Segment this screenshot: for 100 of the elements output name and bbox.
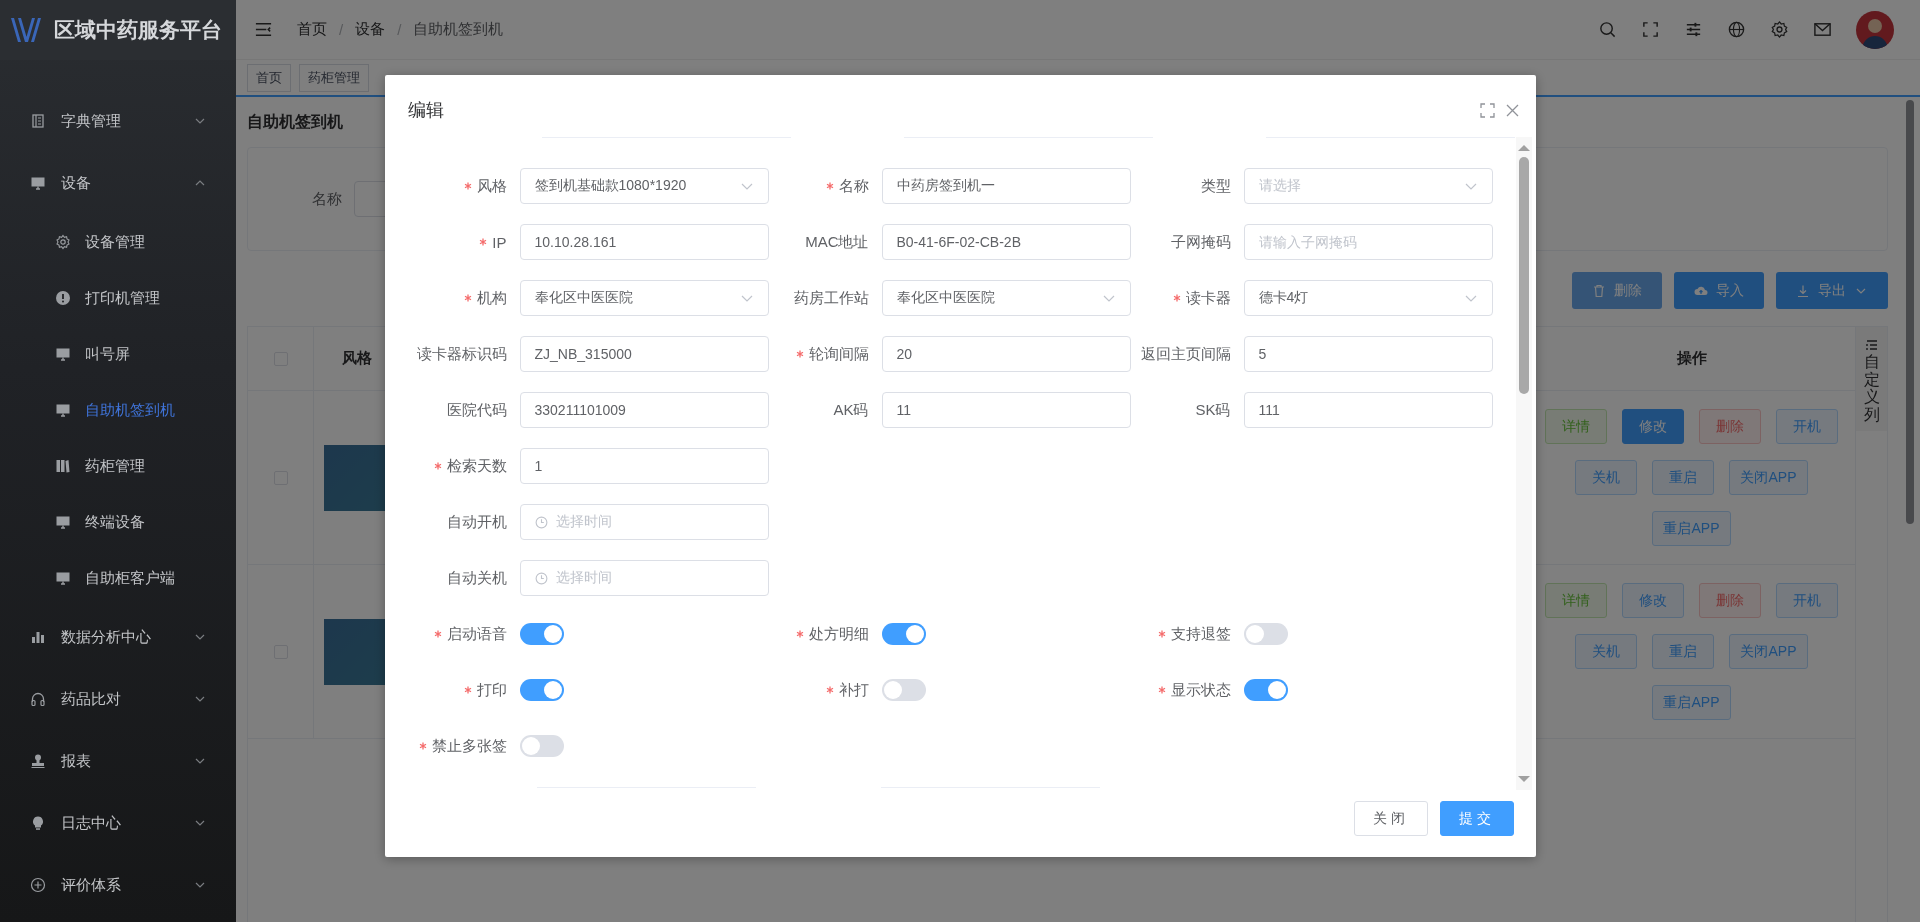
field-label: 启动语音 bbox=[446, 624, 507, 644]
select-field[interactable]: 奉化区中医医院 bbox=[881, 280, 1131, 316]
sidebar-subitem[interactable]: 叫号屏 bbox=[0, 326, 236, 382]
search-icon[interactable] bbox=[1598, 20, 1617, 39]
field-label: 医院代码 bbox=[446, 400, 507, 420]
sidebar-subitem[interactable]: 药柜管理 bbox=[0, 438, 236, 494]
select-field[interactable]: 德卡4灯 bbox=[1243, 280, 1493, 316]
menu-icon[interactable] bbox=[254, 20, 273, 39]
field-label: 补打 bbox=[838, 680, 869, 700]
sidebar-subitem[interactable]: 自助柜客户端 bbox=[0, 550, 236, 606]
sidebar-item[interactable]: 字典管理 bbox=[0, 90, 236, 152]
monitor-icon bbox=[55, 514, 71, 530]
fullscreen-icon[interactable] bbox=[1641, 20, 1660, 39]
logo-icon bbox=[10, 16, 42, 44]
field-label: 返回主页间隔 bbox=[1140, 344, 1231, 364]
input-field[interactable]: 10.10.28.161 bbox=[519, 224, 769, 260]
sidebar-subitem[interactable]: 打印机管理 bbox=[0, 270, 236, 326]
select-field[interactable]: 奉化区中医医院 bbox=[519, 280, 769, 316]
input-field[interactable]: 中药房签到机一 bbox=[881, 168, 1131, 204]
field-label: 名称 bbox=[312, 189, 342, 209]
clock-icon bbox=[534, 515, 548, 529]
breadcrumb-link[interactable]: 首页 bbox=[297, 20, 327, 39]
mail-icon[interactable] bbox=[1813, 20, 1832, 39]
field-label: 处方明细 bbox=[808, 624, 869, 644]
gear-icon bbox=[55, 234, 71, 250]
sidebar-subitem[interactable]: 自助机签到机 bbox=[0, 382, 236, 438]
sidebar-subitem[interactable]: 设备管理 bbox=[0, 214, 236, 270]
select-field[interactable]: 签到机基础款1080*1920 bbox=[519, 168, 769, 204]
list-icon bbox=[1865, 339, 1878, 351]
dialog-title: 编辑 bbox=[407, 99, 445, 122]
stamp-icon bbox=[30, 753, 46, 769]
download-icon bbox=[1796, 283, 1810, 298]
clock-icon bbox=[534, 571, 548, 585]
toggle-switch[interactable] bbox=[881, 679, 926, 701]
user-avatar[interactable] bbox=[1856, 10, 1894, 49]
input-field[interactable]: 111 bbox=[1243, 392, 1493, 428]
field-label: 支持退签 bbox=[1170, 624, 1231, 644]
input-field[interactable]: 请输入子网掩码 bbox=[1243, 224, 1493, 260]
toggle-switch[interactable] bbox=[1243, 623, 1288, 645]
dialog-button[interactable]: 提交 bbox=[1439, 801, 1514, 836]
toggle-switch[interactable] bbox=[519, 623, 564, 645]
breadcrumb-separator: / bbox=[339, 21, 344, 38]
field-label: 禁止多张签 bbox=[431, 736, 507, 756]
input-field[interactable]: 11 bbox=[881, 392, 1131, 428]
sidebar-item[interactable]: 报表 bbox=[0, 730, 236, 792]
monitor-icon bbox=[55, 402, 71, 418]
input-field[interactable]: 330211101009 bbox=[519, 392, 769, 428]
sidebar-item[interactable]: 日志中心 bbox=[0, 792, 236, 854]
sliders-icon[interactable] bbox=[1684, 20, 1703, 39]
breadcrumb-link[interactable]: 设备 bbox=[355, 20, 386, 39]
field-label: 名称 bbox=[838, 176, 869, 196]
plus-circle-icon bbox=[30, 877, 46, 893]
toggle-switch[interactable] bbox=[1243, 679, 1288, 701]
field-label: 自动开机 bbox=[446, 512, 507, 532]
monitor-icon bbox=[55, 346, 71, 362]
field-label: 打印 bbox=[476, 680, 507, 700]
sidebar-item[interactable]: 评价体系 bbox=[0, 854, 236, 916]
input-field[interactable]: 20 bbox=[881, 336, 1131, 372]
globe-icon[interactable] bbox=[1727, 20, 1746, 39]
field-label: 读卡器标识码 bbox=[416, 344, 507, 364]
scrollbar[interactable] bbox=[1906, 100, 1914, 524]
close-icon[interactable] bbox=[1504, 103, 1520, 118]
page-tab[interactable]: 药柜管理 bbox=[299, 63, 369, 92]
dialog-button[interactable]: 关闭 bbox=[1353, 801, 1428, 836]
sidebar-item[interactable]: 设备 bbox=[0, 152, 236, 214]
field-label: SK码 bbox=[1195, 400, 1231, 420]
input-field[interactable]: 1 bbox=[519, 448, 769, 484]
input-field[interactable]: 5 bbox=[1243, 336, 1493, 372]
toggle-switch[interactable] bbox=[519, 679, 564, 701]
input-field[interactable]: ZJ_NB_315000 bbox=[519, 336, 769, 372]
monitor-icon bbox=[55, 570, 71, 586]
breadcrumb-link[interactable]: 自助机签到机 bbox=[413, 20, 504, 39]
field-label: AK码 bbox=[833, 400, 869, 420]
field-label: MAC地址 bbox=[805, 232, 869, 252]
alert-icon bbox=[55, 290, 71, 306]
toggle-switch[interactable] bbox=[519, 735, 564, 757]
column-header: 操作 bbox=[1676, 349, 1707, 368]
field-label: 机构 bbox=[476, 288, 507, 308]
toggle-switch[interactable] bbox=[881, 623, 926, 645]
field-label: IP bbox=[492, 233, 507, 251]
field-label: 显示状态 bbox=[1170, 680, 1231, 700]
bar-chart-icon bbox=[30, 629, 46, 645]
field-label: 药房工作站 bbox=[793, 288, 869, 308]
scrollbar[interactable] bbox=[1515, 137, 1532, 790]
bulb-icon bbox=[30, 815, 46, 831]
field-label: 类型 bbox=[1200, 176, 1231, 196]
sidebar-item[interactable]: 药品比对 bbox=[0, 668, 236, 730]
page-tab[interactable]: 首页 bbox=[247, 63, 291, 92]
column-header: 风格 bbox=[342, 349, 372, 368]
custom-columns-tab[interactable]: 自定义列 bbox=[1856, 327, 1887, 432]
settings-icon[interactable] bbox=[1770, 20, 1789, 39]
field-label: 子网掩码 bbox=[1170, 232, 1231, 252]
monitor-icon bbox=[30, 175, 46, 191]
sidebar-item[interactable]: 数据分析中心 bbox=[0, 606, 236, 668]
field-label: 风格 bbox=[476, 176, 507, 196]
input-field[interactable]: B0-41-6F-02-CB-2B bbox=[881, 224, 1131, 260]
field-label: 轮询间隔 bbox=[808, 344, 869, 364]
app-title: 区域中药服务平台 bbox=[54, 17, 222, 43]
sidebar-subitem[interactable]: 终端设备 bbox=[0, 494, 236, 550]
fullscreen-icon[interactable] bbox=[1479, 103, 1495, 118]
